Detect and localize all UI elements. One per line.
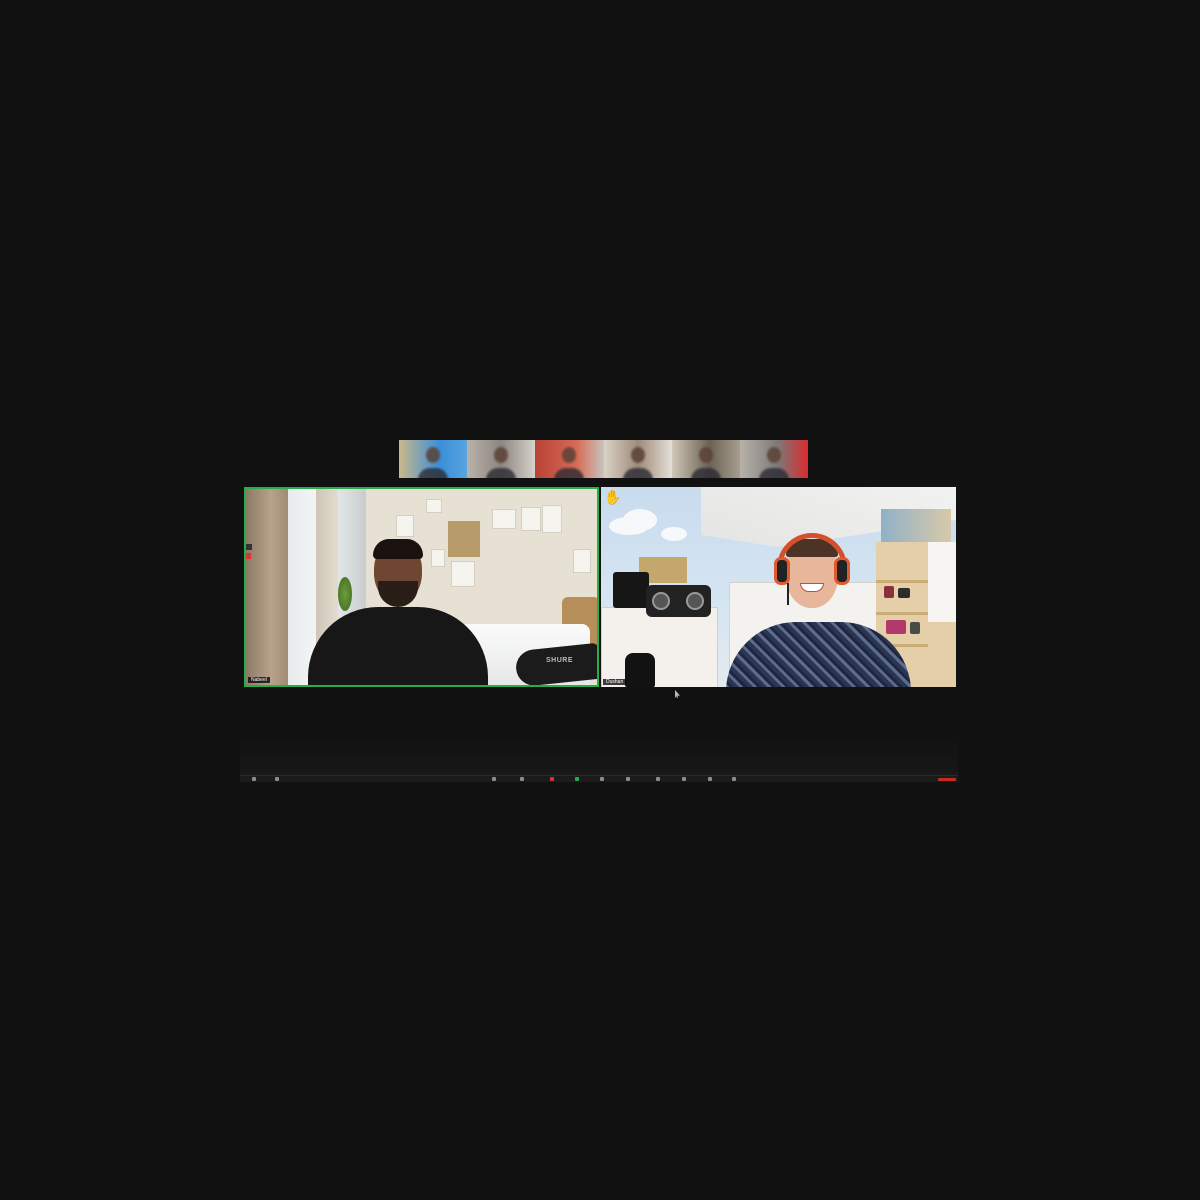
- video-tile[interactable]: ✋ Dushan: [601, 487, 956, 687]
- speaker: [613, 572, 649, 608]
- wall-picture: [881, 509, 951, 543]
- thumbnail-head: [562, 447, 577, 463]
- wall-poster: [426, 499, 442, 513]
- stop-video-button[interactable]: [275, 777, 279, 781]
- wall-poster: [573, 549, 591, 573]
- mute-button[interactable]: [252, 777, 256, 781]
- plant: [338, 577, 352, 611]
- shelf-board: [876, 580, 928, 583]
- thumbnail-body: [690, 468, 721, 478]
- video-tile-active-speaker[interactable]: SHURE Nabeel: [244, 487, 599, 687]
- curtain: [246, 489, 288, 685]
- headset-mic-cable: [787, 583, 789, 605]
- indicator-box: [246, 544, 252, 550]
- thumbnail-head: [698, 447, 713, 463]
- control-bar-divider: [240, 775, 958, 776]
- share-screen-button[interactable]: [575, 777, 579, 781]
- microphone-brand-label: SHURE: [546, 657, 574, 664]
- record-dot-icon: [246, 553, 251, 559]
- thumbnail-body: [758, 468, 789, 478]
- thumbnail-body: [622, 468, 653, 478]
- participant-thumbnail[interactable]: [399, 440, 468, 478]
- record-button[interactable]: [600, 777, 604, 781]
- recording-indicator: [246, 544, 252, 562]
- low-cabinet: [601, 607, 718, 687]
- thumbnail-body: [554, 468, 585, 478]
- participant-thumbnail[interactable]: [467, 440, 536, 478]
- participant-name-tag: Nabeel: [248, 677, 270, 683]
- shelf-door: [928, 542, 956, 622]
- wall-poster: [521, 507, 541, 531]
- breakout-rooms-button[interactable]: [656, 777, 660, 781]
- participant-hair: [373, 539, 423, 559]
- participant-thumbnail[interactable]: [671, 440, 740, 478]
- reactions-button[interactable]: [682, 777, 686, 781]
- chat-button[interactable]: [626, 777, 630, 781]
- thumbnail-head: [426, 447, 441, 463]
- participant-thumbnail-strip[interactable]: [399, 440, 808, 478]
- raised-hand-icon: ✋: [604, 489, 622, 505]
- shelf-board: [876, 612, 928, 615]
- participant-thumbnail[interactable]: [535, 440, 604, 478]
- headphones-cup: [774, 557, 790, 585]
- meeting-control-bar: [240, 740, 958, 782]
- shelf-item: [884, 586, 894, 598]
- shelf-item: [910, 622, 920, 634]
- wall-cloud: [661, 527, 687, 541]
- mouse-cursor-icon: [675, 690, 680, 698]
- boombox-speaker: [686, 592, 704, 610]
- wall-cloud: [623, 509, 657, 531]
- thumbnail-head: [766, 447, 781, 463]
- thumbnail-body: [418, 468, 449, 478]
- participant-thumbnail[interactable]: [603, 440, 672, 478]
- gold-play-button-plaque: [448, 521, 480, 557]
- end-meeting-button[interactable]: [938, 778, 956, 781]
- wall-poster: [396, 515, 414, 537]
- headphones-cup: [834, 557, 850, 585]
- wall-poster: [451, 561, 475, 587]
- wall-poster: [492, 509, 516, 529]
- more-button[interactable]: [732, 777, 736, 781]
- shelf-item: [886, 620, 906, 634]
- wall-poster: [542, 505, 562, 533]
- thumbnail-head: [630, 447, 645, 463]
- participants-button[interactable]: [520, 777, 524, 781]
- participant-name-tag: Dushan: [603, 679, 627, 685]
- participant-thumbnail[interactable]: [739, 440, 808, 478]
- apps-button[interactable]: [708, 777, 712, 781]
- polls-button[interactable]: [550, 777, 554, 781]
- security-button[interactable]: [492, 777, 496, 781]
- shelf-item: [898, 588, 910, 598]
- boombox-speaker: [652, 592, 670, 610]
- kettle: [625, 653, 655, 687]
- wall-poster: [431, 549, 445, 567]
- thumbnail-body: [486, 468, 517, 478]
- thumbnail-head: [494, 447, 509, 463]
- boombox: [646, 585, 711, 617]
